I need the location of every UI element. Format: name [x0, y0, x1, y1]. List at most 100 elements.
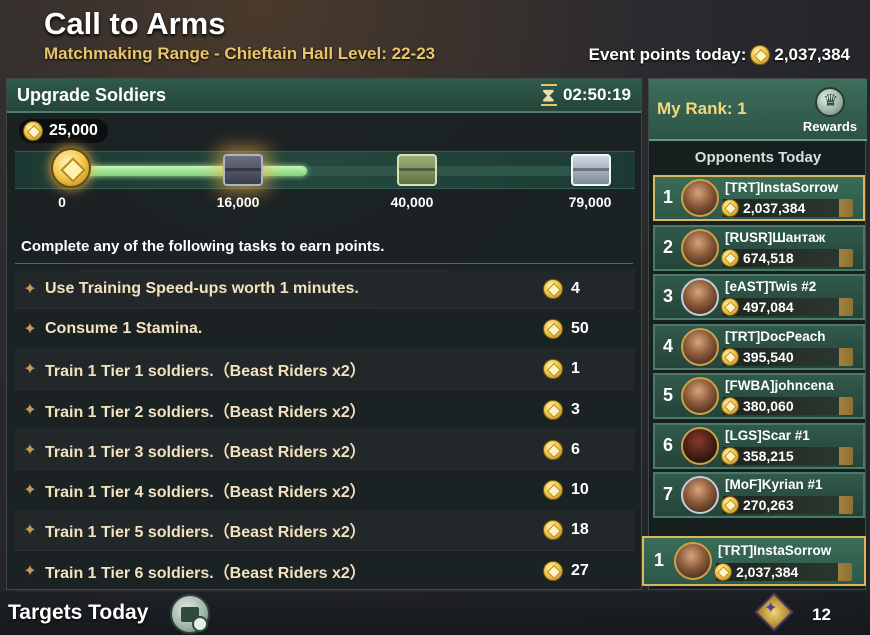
opponent-row[interactable]: 7 [MoF]Kyrian #1 270,263 — [653, 472, 865, 518]
star-bullet-icon: ✦ — [23, 401, 37, 419]
calendar-icon[interactable] — [170, 594, 210, 634]
coin-icon — [714, 563, 732, 581]
task-points: 50 — [543, 318, 589, 339]
coin-icon — [543, 318, 563, 339]
coin-icon — [543, 439, 563, 460]
opponent-row[interactable]: 2 [RUSR]Шантаж 674,518 — [653, 224, 865, 271]
medal-icon[interactable] — [756, 594, 788, 626]
avatar[interactable] — [674, 542, 712, 580]
opponent-name: [TRT]DocPeach — [725, 328, 826, 344]
avatar[interactable] — [681, 278, 719, 316]
coin-icon — [721, 347, 739, 366]
opponent-rank: 5 — [662, 385, 673, 405]
avatar[interactable] — [681, 327, 719, 366]
milestone-chest-1[interactable] — [217, 152, 267, 190]
avatar[interactable] — [681, 377, 719, 415]
upgrade-soldiers-panel: Upgrade Soldiers 02:50:19 25,000 0 16,00… — [6, 78, 642, 592]
opponent-name: [TRT]InstaSorrow — [725, 180, 839, 195]
chest-icon[interactable] — [223, 154, 263, 186]
opponent-rank: 2 — [662, 236, 673, 257]
task-row: ✦ Train 1 Tier 1 soldiers.（Beast Riders … — [15, 350, 635, 390]
opponent-score: 497,084 — [743, 299, 794, 315]
panel-header: Upgrade Soldiers 02:50:19 — [7, 79, 641, 113]
coin-icon — [23, 121, 43, 141]
opponent-score-bar: 2,037,384 — [721, 199, 853, 217]
progress-track — [15, 148, 635, 190]
task-row: ✦ Train 1 Tier 6 soldiers.（Beast Riders … — [15, 551, 635, 592]
my-ranking-entry[interactable]: 1 [TRT]InstaSorrow 2,037,384 — [642, 536, 866, 586]
opponent-score: 674,518 — [743, 249, 794, 266]
ranking-panel: My Rank: 1 Rewards Opponents Today 1 [TR… — [648, 78, 867, 590]
rewards-icon[interactable] — [815, 87, 845, 117]
opponent-rank: 6 — [662, 434, 673, 455]
milestone-chest-3[interactable] — [565, 152, 615, 190]
opponent-score: 395,540 — [743, 348, 794, 365]
event-points-today: Event points today: 2,037,384 — [589, 45, 850, 65]
task-points-value: 6 — [571, 440, 580, 458]
milestone-chest-2[interactable] — [391, 152, 441, 190]
task-text: Train 1 Tier 4 soldiers.（Beast Riders x2… — [45, 484, 366, 502]
coin-icon — [543, 278, 563, 299]
milestone-label: 40,000 — [390, 194, 434, 210]
opponents-list[interactable]: 1 [TRT]InstaSorrow 2,037,384 2 [RUSR]Шан… — [653, 175, 865, 522]
task-text: Use Training Speed-ups worth 1 minutes. — [45, 279, 359, 297]
coin-icon — [721, 248, 739, 267]
task-text: Train 1 Tier 5 soldiers.（Beast Riders x2… — [45, 524, 366, 542]
matchmaking-range: Matchmaking Range - Chieftain Hall Level… — [44, 44, 436, 63]
opponent-name: [LGS]Scar #1 — [725, 427, 810, 443]
task-text: Train 1 Tier 1 soldiers.（Beast Riders x2… — [45, 363, 366, 381]
opponent-row[interactable]: 6 [LGS]Scar #1 358,215 — [653, 422, 865, 469]
opponent-score-bar: 270,263 — [721, 496, 853, 514]
avatar[interactable] — [681, 179, 719, 217]
milestone-label: 0 — [58, 194, 66, 210]
star-bullet-icon: ✦ — [23, 280, 37, 298]
milestone-label: 79,000 — [568, 194, 612, 210]
task-text: Train 1 Tier 6 soldiers.（Beast Riders x2… — [45, 564, 366, 582]
task-points: 10 — [543, 480, 589, 501]
opponent-score: 358,215 — [743, 447, 794, 464]
opponent-row[interactable]: 5 [FWBA]johncena 380,060 — [653, 373, 865, 419]
coin-icon — [721, 298, 739, 316]
opponent-rank: 1 — [662, 187, 673, 207]
avatar[interactable] — [681, 476, 719, 514]
task-points-value: 27 — [571, 561, 589, 579]
targets-count: 12 — [812, 605, 831, 624]
task-points: 27 — [543, 560, 589, 581]
opponent-score-bar: 674,518 — [721, 248, 853, 267]
coin-icon — [721, 496, 739, 514]
my-entry-score: 2,037,384 — [736, 564, 799, 580]
opponent-name: [FWBA]johncena — [725, 378, 834, 393]
task-row: ✦ Train 1 Tier 2 soldiers.（Beast Riders … — [15, 390, 635, 431]
rewards-button[interactable]: Rewards — [799, 85, 861, 137]
coin-icon — [543, 480, 563, 501]
chest-icon[interactable] — [571, 154, 611, 186]
avatar[interactable] — [681, 228, 719, 267]
coin-icon — [721, 199, 739, 217]
opponent-row[interactable]: 4 [TRT]DocPeach 395,540 — [653, 323, 865, 370]
task-list: ✦ Use Training Speed-ups worth 1 minutes… — [15, 269, 635, 592]
task-row: ✦ Train 1 Tier 3 soldiers.（Beast Riders … — [15, 430, 635, 471]
my-rank-header: My Rank: 1 Rewards — [649, 79, 867, 141]
opponent-name: [RUSR]Шантаж — [725, 229, 826, 245]
opponent-rank: 4 — [662, 335, 673, 356]
task-points-value: 1 — [571, 360, 580, 378]
opponent-row[interactable]: 1 [TRT]InstaSorrow 2,037,384 — [653, 175, 865, 221]
opponent-score-bar: 395,540 — [721, 347, 853, 366]
panel-title: Upgrade Soldiers — [17, 84, 167, 105]
opponents-title: Opponents Today — [694, 149, 822, 166]
task-text: Consume 1 Stamina. — [45, 319, 203, 337]
star-bullet-icon: ✦ — [23, 361, 37, 379]
opponent-name: [eAST]Twis #2 — [725, 279, 817, 294]
my-entry-score-bar: 2,037,384 — [714, 563, 852, 581]
avatar[interactable] — [681, 426, 719, 465]
timer-value: 02:50:19 — [562, 85, 631, 104]
chest-icon[interactable] — [397, 154, 437, 186]
opponent-row[interactable]: 3 [eAST]Twis #2 497,084 — [653, 274, 865, 320]
targets-today-label: Targets Today — [8, 601, 149, 624]
task-points: 3 — [543, 399, 580, 420]
task-row: ✦ Train 1 Tier 4 soldiers.（Beast Riders … — [15, 470, 635, 511]
opponent-rank: 7 — [662, 484, 673, 504]
start-coin-icon — [51, 148, 91, 188]
task-points-value: 10 — [571, 481, 589, 499]
task-text: Train 1 Tier 3 soldiers.（Beast Riders x2… — [45, 443, 366, 461]
